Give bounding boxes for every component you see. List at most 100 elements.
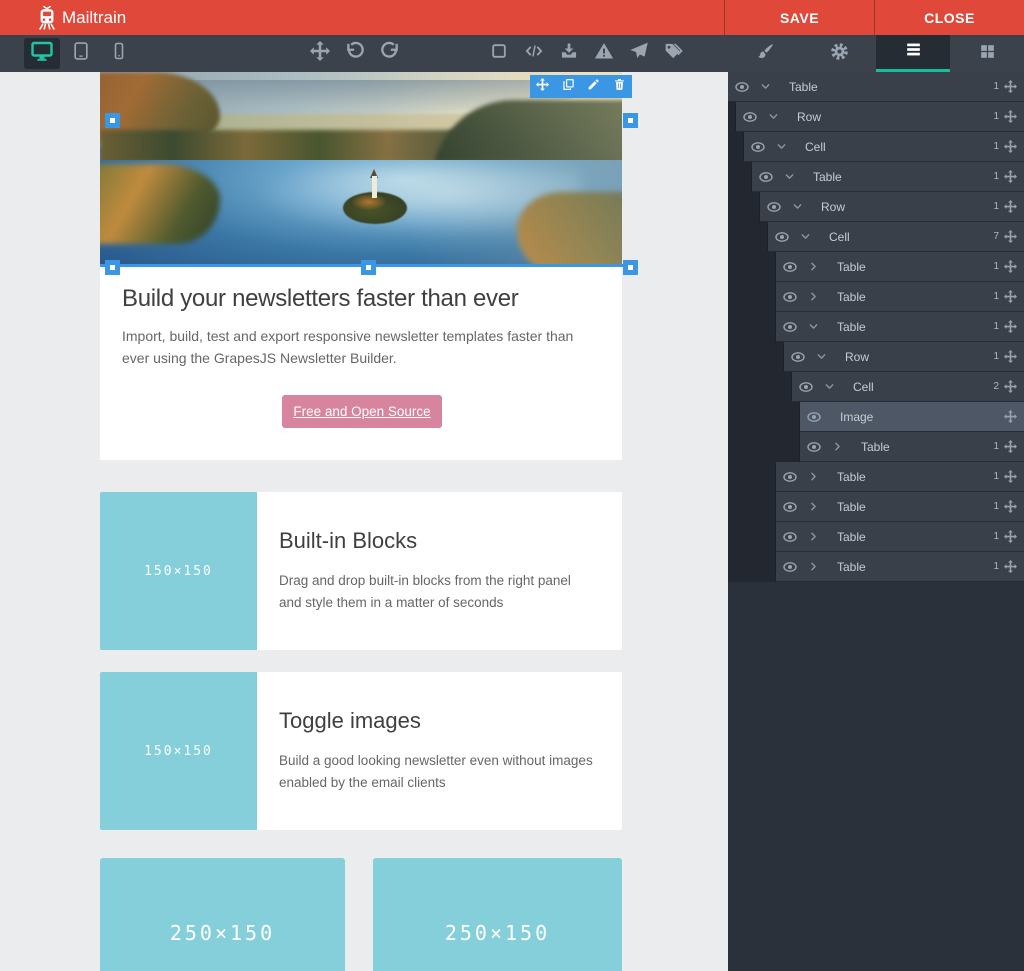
resize-handle-bottom-right[interactable] <box>623 260 638 275</box>
intro-section[interactable]: Build your newsletters faster than ever … <box>100 267 622 460</box>
visibility-eye-icon[interactable] <box>758 169 774 185</box>
undo-button[interactable] <box>337 35 372 72</box>
chevron-right-icon[interactable] <box>808 501 819 512</box>
import-button[interactable] <box>551 35 586 72</box>
builtin-blocks-section[interactable]: 150×150 Built-in Blocks Drag and drop bu… <box>100 492 622 650</box>
visibility-eye-icon[interactable] <box>782 469 798 485</box>
placeholder-image-250-left[interactable]: 250×150 <box>100 858 345 971</box>
resize-handle-bottom-center[interactable] <box>361 260 376 275</box>
layer-row-table[interactable]: Table1 <box>728 462 1024 492</box>
layer-move-handle-icon[interactable] <box>1004 500 1017 513</box>
layer-row-table[interactable]: Table1 <box>728 432 1024 462</box>
visibility-eye-icon[interactable] <box>750 139 766 155</box>
layer-row-table[interactable]: Table1 <box>728 522 1024 552</box>
style-manager-button[interactable] <box>728 35 802 72</box>
merge-tags-button[interactable] <box>656 35 691 72</box>
layer-row-cell[interactable]: Cell1 <box>728 132 1024 162</box>
visibility-eye-icon[interactable] <box>782 529 798 545</box>
toggle-images-section[interactable]: 150×150 Toggle images Build a good looki… <box>100 672 622 830</box>
visibility-eye-icon[interactable] <box>782 319 798 335</box>
redo-button[interactable] <box>372 35 407 72</box>
device-desktop-button[interactable] <box>24 38 60 69</box>
move-button[interactable] <box>302 35 337 72</box>
chevron-right-icon[interactable] <box>808 531 819 542</box>
hero-image[interactable] <box>100 72 622 267</box>
blocks-button[interactable] <box>950 35 1024 72</box>
save-button[interactable]: SAVE <box>724 0 874 35</box>
layer-move-handle-icon[interactable] <box>1004 110 1017 123</box>
layer-move-handle-icon[interactable] <box>1004 410 1017 423</box>
layer-row-cell[interactable]: Cell7 <box>728 222 1024 252</box>
layer-move-handle-icon[interactable] <box>1004 320 1017 333</box>
free-open-source-button[interactable]: Free and Open Source <box>282 395 442 428</box>
layer-row-row[interactable]: Row1 <box>728 192 1024 222</box>
placeholder-image-150[interactable]: 150×150 <box>100 672 257 830</box>
layer-row-table[interactable]: Table1 <box>728 72 1024 102</box>
layer-row-table[interactable]: Table1 <box>728 282 1024 312</box>
close-button[interactable]: CLOSE <box>874 0 1024 35</box>
layer-row-table[interactable]: Table1 <box>728 552 1024 582</box>
send-test-button[interactable] <box>621 35 656 72</box>
layer-move-handle-icon[interactable] <box>1004 170 1017 183</box>
layer-move-handle-icon[interactable] <box>1004 470 1017 483</box>
chevron-right-icon[interactable] <box>808 261 819 272</box>
visibility-eye-icon[interactable] <box>766 199 782 215</box>
view-code-button[interactable] <box>516 35 551 72</box>
component-copy-button[interactable] <box>558 77 578 97</box>
layer-move-handle-icon[interactable] <box>1004 440 1017 453</box>
resize-handle-left[interactable] <box>105 113 120 128</box>
chevron-right-icon[interactable] <box>808 471 819 482</box>
layer-move-handle-icon[interactable] <box>1004 560 1017 573</box>
device-tablet-button[interactable] <box>63 35 98 72</box>
toggle-borders-button[interactable] <box>481 35 516 72</box>
visibility-eye-icon[interactable] <box>782 259 798 275</box>
layer-move-handle-icon[interactable] <box>1004 230 1017 243</box>
layer-move-handle-icon[interactable] <box>1004 530 1017 543</box>
layer-row-image[interactable]: Image <box>728 402 1024 432</box>
resize-handle-bottom-left[interactable] <box>105 260 120 275</box>
chevron-down-icon[interactable] <box>776 141 787 152</box>
settings-button[interactable] <box>802 35 876 72</box>
visibility-eye-icon[interactable] <box>774 229 790 245</box>
layer-row-table[interactable]: Table1 <box>728 252 1024 282</box>
layer-row-table[interactable]: Table1 <box>728 162 1024 192</box>
layer-row-table[interactable]: Table1 <box>728 312 1024 342</box>
layer-move-handle-icon[interactable] <box>1004 80 1017 93</box>
layer-row-row[interactable]: Row1 <box>728 342 1024 372</box>
layer-row-cell[interactable]: Cell2 <box>728 372 1024 402</box>
chevron-right-icon[interactable] <box>808 291 819 302</box>
visibility-eye-icon[interactable] <box>734 79 750 95</box>
chevron-down-icon[interactable] <box>800 231 811 242</box>
validate-button[interactable] <box>586 35 621 72</box>
visibility-eye-icon[interactable] <box>806 409 822 425</box>
visibility-eye-icon[interactable] <box>782 289 798 305</box>
layer-move-handle-icon[interactable] <box>1004 200 1017 213</box>
visibility-eye-icon[interactable] <box>782 559 798 575</box>
chevron-down-icon[interactable] <box>760 81 771 92</box>
visibility-eye-icon[interactable] <box>798 379 814 395</box>
layer-move-handle-icon[interactable] <box>1004 290 1017 303</box>
layer-move-handle-icon[interactable] <box>1004 380 1017 393</box>
layer-move-handle-icon[interactable] <box>1004 140 1017 153</box>
resize-handle-right[interactable] <box>623 113 638 128</box>
placeholder-image-150[interactable]: 150×150 <box>100 492 257 650</box>
layer-move-handle-icon[interactable] <box>1004 260 1017 273</box>
component-delete-button[interactable] <box>609 77 629 97</box>
chevron-down-icon[interactable] <box>824 381 835 392</box>
layer-row-row[interactable]: Row1 <box>728 102 1024 132</box>
chevron-down-icon[interactable] <box>808 321 819 332</box>
chevron-down-icon[interactable] <box>816 351 827 362</box>
visibility-eye-icon[interactable] <box>782 499 798 515</box>
placeholder-image-250-right[interactable]: 250×150 <box>373 858 622 971</box>
layer-row-table[interactable]: Table1 <box>728 492 1024 522</box>
device-mobile-button[interactable] <box>101 35 136 72</box>
editor-canvas[interactable]: Build your newsletters faster than ever … <box>0 72 728 971</box>
chevron-down-icon[interactable] <box>784 171 795 182</box>
layer-manager-button[interactable] <box>876 35 950 72</box>
component-move-button[interactable] <box>533 77 553 97</box>
chevron-down-icon[interactable] <box>768 111 779 122</box>
visibility-eye-icon[interactable] <box>790 349 806 365</box>
visibility-eye-icon[interactable] <box>806 439 822 455</box>
layer-move-handle-icon[interactable] <box>1004 350 1017 363</box>
component-edit-button[interactable] <box>584 77 604 97</box>
